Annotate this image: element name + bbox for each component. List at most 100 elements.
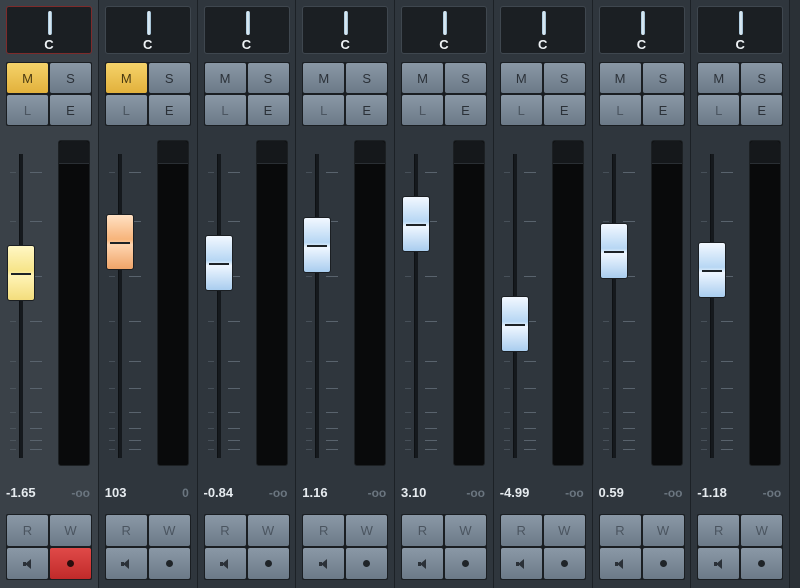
volume-fader[interactable] — [599, 223, 628, 280]
monitor-button[interactable] — [599, 548, 641, 579]
monitor-button[interactable] — [204, 548, 246, 579]
fader-track[interactable] — [19, 154, 23, 458]
monitor-button[interactable] — [105, 548, 147, 579]
listen-button[interactable]: L — [500, 95, 542, 125]
listen-button[interactable]: L — [105, 95, 147, 125]
edit-button[interactable]: E — [741, 95, 783, 125]
volume-value[interactable]: -0.84 — [204, 485, 234, 500]
read-automation-button[interactable]: R — [7, 515, 48, 546]
read-automation-button[interactable]: R — [105, 515, 147, 546]
volume-value[interactable]: 103 — [105, 485, 127, 500]
edit-button[interactable]: E — [247, 95, 289, 125]
solo-button[interactable]: S — [543, 63, 585, 93]
pan-control[interactable]: C — [598, 6, 685, 54]
listen-button[interactable]: L — [204, 95, 246, 125]
fader-track[interactable] — [611, 154, 616, 458]
edit-button[interactable]: E — [543, 95, 585, 125]
volume-value[interactable]: 3.10 — [401, 485, 426, 500]
peak-value[interactable]: -oo — [466, 486, 485, 500]
write-automation-button[interactable]: W — [247, 515, 289, 546]
mute-button[interactable]: M — [105, 63, 147, 93]
edit-button[interactable]: E — [50, 95, 91, 125]
volume-fader[interactable] — [698, 241, 727, 298]
channel-strip[interactable]: C M S L E 3.10 -oo R W — [395, 0, 494, 588]
monitor-button[interactable] — [7, 548, 48, 579]
volume-value[interactable]: 1.16 — [302, 485, 327, 500]
record-enable-button[interactable] — [247, 548, 289, 579]
channel-strip[interactable]: C M S L E 1.16 -oo R W — [296, 0, 395, 588]
mute-button[interactable]: M — [204, 63, 246, 93]
volume-value[interactable]: -1.65 — [6, 485, 36, 500]
mute-button[interactable]: M — [599, 63, 641, 93]
fader-track[interactable] — [117, 154, 122, 458]
monitor-button[interactable] — [698, 548, 740, 579]
fader-track[interactable] — [710, 154, 715, 458]
mute-button[interactable]: M — [500, 63, 542, 93]
write-automation-button[interactable]: W — [50, 515, 91, 546]
peak-value[interactable]: -oo — [763, 486, 782, 500]
channel-strip[interactable]: C M S L E 0.59 -oo R W — [592, 0, 692, 588]
edit-button[interactable]: E — [642, 95, 684, 125]
mute-button[interactable]: M — [303, 63, 345, 93]
pan-control[interactable]: C — [401, 6, 487, 54]
record-enable-button[interactable] — [346, 548, 388, 579]
channel-strip[interactable]: C M S L E -0.84 -oo R W — [197, 0, 297, 588]
write-automation-button[interactable]: W — [543, 515, 585, 546]
peak-value[interactable]: -oo — [565, 486, 584, 500]
read-automation-button[interactable]: R — [599, 515, 641, 546]
volume-value[interactable]: -4.99 — [500, 485, 530, 500]
record-enable-button[interactable] — [543, 548, 585, 579]
channel-strip[interactable]: C M S L E -1.65 -oo R W — [0, 0, 99, 588]
volume-fader[interactable] — [105, 214, 134, 271]
pan-control[interactable]: C — [697, 6, 784, 54]
volume-fader[interactable] — [303, 217, 332, 274]
channel-strip[interactable]: C M S L E -1.18 -oo R W — [691, 0, 790, 588]
write-automation-button[interactable]: W — [148, 515, 190, 546]
read-automation-button[interactable]: R — [402, 515, 443, 546]
volume-fader[interactable] — [402, 195, 430, 252]
edit-button[interactable]: E — [148, 95, 190, 125]
solo-button[interactable]: S — [148, 63, 190, 93]
listen-button[interactable]: L — [303, 95, 345, 125]
record-enable-button[interactable] — [50, 548, 91, 579]
listen-button[interactable]: L — [698, 95, 740, 125]
volume-fader[interactable] — [500, 296, 529, 353]
channel-strip[interactable]: C M S L E 103 0 R W — [98, 0, 198, 588]
write-automation-button[interactable]: W — [346, 515, 388, 546]
volume-value[interactable]: 0.59 — [599, 485, 624, 500]
solo-button[interactable]: S — [50, 63, 91, 93]
peak-value[interactable]: 0 — [182, 486, 189, 500]
record-enable-button[interactable] — [741, 548, 783, 579]
listen-button[interactable]: L — [7, 95, 48, 125]
read-automation-button[interactable]: R — [500, 515, 542, 546]
pan-control[interactable]: C — [499, 6, 586, 54]
pan-control[interactable]: C — [302, 6, 389, 54]
channel-strip[interactable]: C M S L E -4.99 -oo R W — [493, 0, 593, 588]
peak-value[interactable]: -oo — [269, 486, 288, 500]
write-automation-button[interactable]: W — [642, 515, 684, 546]
edit-button[interactable]: E — [346, 95, 388, 125]
pan-control[interactable]: C — [203, 6, 290, 54]
fader-track[interactable] — [216, 154, 221, 458]
peak-value[interactable]: -oo — [71, 486, 90, 500]
peak-value[interactable]: -oo — [368, 486, 387, 500]
read-automation-button[interactable]: R — [698, 515, 740, 546]
mute-button[interactable]: M — [402, 63, 443, 93]
write-automation-button[interactable]: W — [741, 515, 783, 546]
write-automation-button[interactable]: W — [445, 515, 486, 546]
monitor-button[interactable] — [402, 548, 443, 579]
solo-button[interactable]: S — [741, 63, 783, 93]
mute-button[interactable]: M — [7, 63, 48, 93]
fader-track[interactable] — [315, 154, 320, 458]
solo-button[interactable]: S — [445, 63, 486, 93]
listen-button[interactable]: L — [402, 95, 443, 125]
solo-button[interactable]: S — [346, 63, 388, 93]
volume-fader[interactable] — [7, 244, 35, 301]
record-enable-button[interactable] — [148, 548, 190, 579]
volume-value[interactable]: -1.18 — [697, 485, 727, 500]
peak-value[interactable]: -oo — [664, 486, 683, 500]
edit-button[interactable]: E — [445, 95, 486, 125]
record-enable-button[interactable] — [642, 548, 684, 579]
volume-fader[interactable] — [204, 235, 233, 292]
solo-button[interactable]: S — [247, 63, 289, 93]
